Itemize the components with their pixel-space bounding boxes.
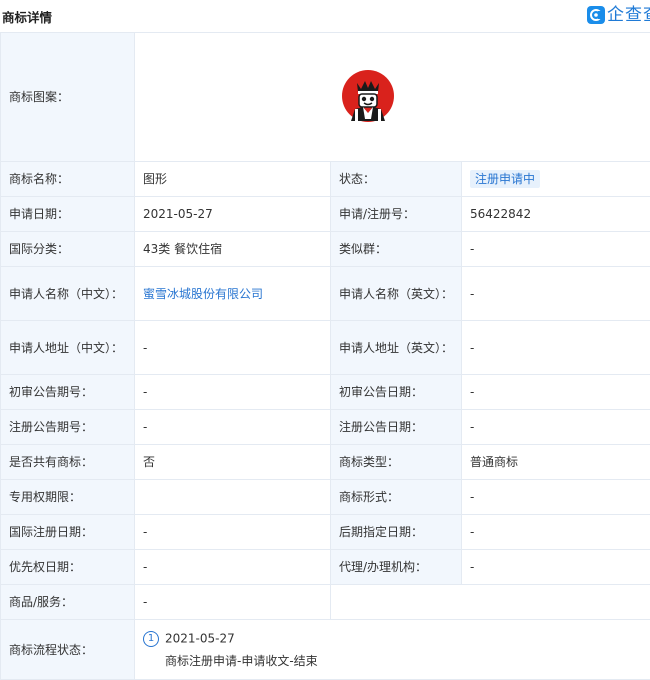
field-value: - [135, 321, 331, 375]
field-value: 蜜雪冰城股份有限公司 [135, 267, 331, 321]
qcc-logo-icon [587, 6, 605, 24]
flow-status-row: 商标流程状态： 1 2021-05-27 商标注册申请-申请收文-结束 [1, 620, 650, 680]
field-value: - [462, 550, 650, 585]
empty-cell [331, 585, 650, 620]
detail-row: 申请人名称（中文）： 蜜雪冰城股份有限公司 申请人名称（英文）：- [1, 267, 650, 321]
brand-name: 企查查 [607, 5, 650, 25]
field-value: - [462, 321, 650, 375]
status-badge: 注册申请中 [470, 170, 540, 188]
field-value: - [462, 480, 650, 515]
trademark-image-label: 商标图案： [1, 33, 135, 162]
detail-row: 国际注册日期：-后期指定日期：- [1, 515, 650, 550]
field-value: - [462, 515, 650, 550]
field-value: 注册申请中 [462, 162, 650, 197]
field-value: 普通商标 [462, 445, 650, 480]
field-label: 状态： [331, 162, 462, 197]
field-label: 初审公告期号： [1, 375, 135, 410]
flow-step: 1 2021-05-27 [143, 627, 650, 650]
applicant-name-link[interactable]: 蜜雪冰城股份有限公司 [143, 287, 263, 301]
page-title: 商标详情 [2, 7, 52, 26]
field-value [135, 480, 331, 515]
detail-row: 注册公告期号：-注册公告日期：- [1, 410, 650, 445]
field-value: 56422842 [462, 197, 650, 232]
field-label: 商标类型： [331, 445, 462, 480]
field-label: 代理/办理机构： [331, 550, 462, 585]
flow-status-label: 商标流程状态： [1, 620, 135, 680]
detail-row: 是否共有商标：否商标类型：普通商标 [1, 445, 650, 480]
detail-row: 专用权期限： 商标形式：- [1, 480, 650, 515]
detail-row: 申请人地址（中文）：-申请人地址（英文）：- [1, 321, 650, 375]
trademark-detail-table: 商标图案： 商标名称：图形状态：注册申请中申请日期：2021-05-27申请/注 [0, 32, 650, 680]
flow-date: 2021-05-27 [165, 632, 235, 646]
field-label: 专用权期限： [1, 480, 135, 515]
field-label: 优先权日期： [1, 550, 135, 585]
field-label: 商标名称： [1, 162, 135, 197]
field-label: 初审公告日期： [331, 375, 462, 410]
field-value: - [462, 232, 650, 267]
trademark-image-row: 商标图案： [1, 33, 650, 162]
detail-row: 优先权日期：-代理/办理机构：- [1, 550, 650, 585]
flow-description: 商标注册申请-申请收文-结束 [143, 650, 650, 672]
field-value: - [135, 550, 331, 585]
step-number-icon: 1 [143, 631, 159, 647]
field-label: 申请日期： [1, 197, 135, 232]
field-value: - [462, 375, 650, 410]
field-value: 图形 [135, 162, 331, 197]
field-label: 国际注册日期： [1, 515, 135, 550]
goods-services-value: - [135, 585, 331, 620]
field-value: 2021-05-27 [135, 197, 331, 232]
field-label: 申请人地址（英文）： [331, 321, 462, 375]
detail-row: 初审公告期号：-初审公告日期：- [1, 375, 650, 410]
field-label: 申请人地址（中文）： [1, 321, 135, 375]
detail-row: 国际分类：43类 餐饮住宿类似群：- [1, 232, 650, 267]
field-label: 后期指定日期： [331, 515, 462, 550]
detail-row: 商标名称：图形状态： 注册申请中 [1, 162, 650, 197]
flow-status-cell: 1 2021-05-27 商标注册申请-申请收文-结束 [135, 620, 650, 680]
field-value: - [135, 410, 331, 445]
detail-row: 申请日期：2021-05-27申请/注册号：56422842 [1, 197, 650, 232]
page-header: 商标详情 企查查 [0, 0, 650, 32]
field-label: 注册公告期号： [1, 410, 135, 445]
goods-services-row: 商品/服务：- [1, 585, 650, 620]
field-value: - [462, 267, 650, 321]
field-value: - [462, 410, 650, 445]
field-label: 申请人名称（英文）： [331, 267, 462, 321]
goods-services-label: 商品/服务： [1, 585, 135, 620]
field-label: 是否共有商标： [1, 445, 135, 480]
field-label: 注册公告日期： [331, 410, 462, 445]
brand-logo[interactable]: 企查查 [587, 4, 650, 26]
field-value: - [135, 515, 331, 550]
field-label: 申请人名称（中文）： [1, 267, 135, 321]
field-label: 国际分类： [1, 232, 135, 267]
trademark-image-cell [135, 33, 650, 162]
field-value: 43类 餐饮住宿 [135, 232, 331, 267]
field-value: - [135, 375, 331, 410]
field-label: 类似群： [331, 232, 462, 267]
field-value: 否 [135, 445, 331, 480]
field-label: 商标形式： [331, 480, 462, 515]
trademark-king-figure-icon[interactable] [341, 69, 395, 123]
field-label: 申请/注册号： [331, 197, 462, 232]
